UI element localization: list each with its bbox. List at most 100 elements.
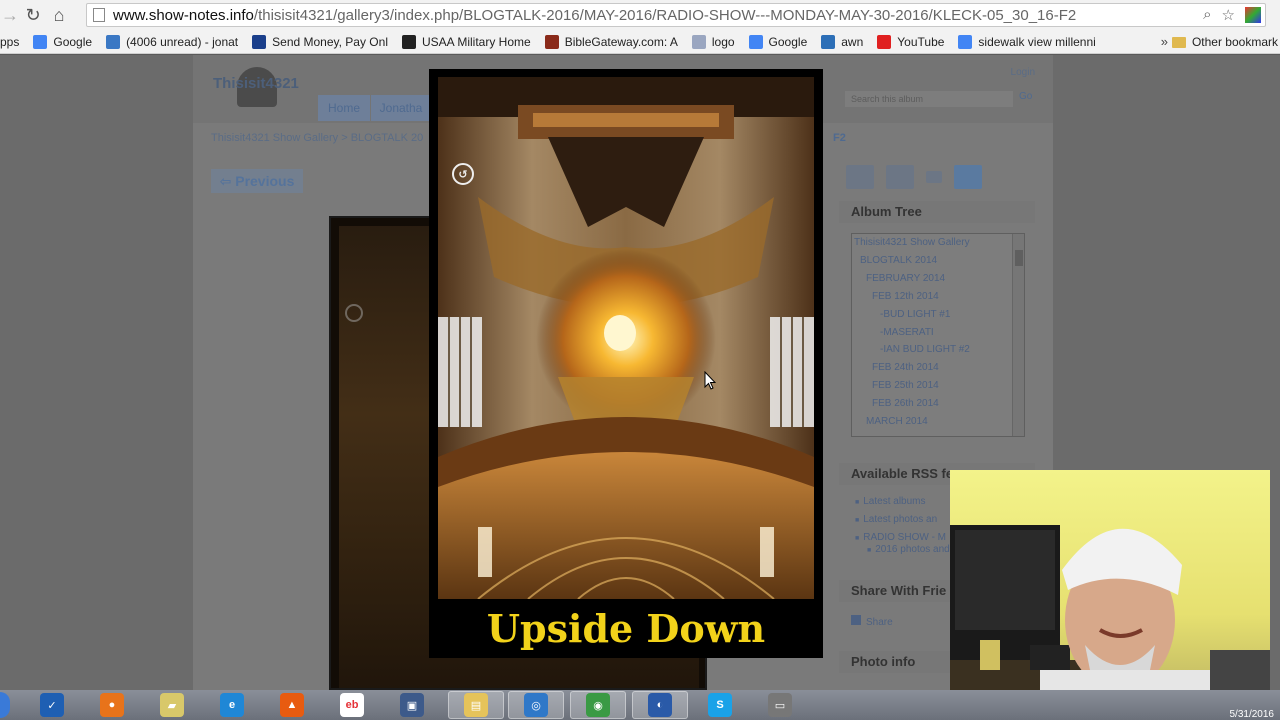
webcam-person-image [950,525,1270,710]
album-tree-item[interactable]: -IAN BUD LIGHT #2 [880,344,970,355]
album-tree-item[interactable]: MARCH 2014 [866,416,928,427]
address-bar[interactable]: www.show-notes.info/thisisit4321/gallery… [86,3,1266,27]
task-manager-icon: ✓ [40,693,64,717]
album-tree-item[interactable]: FEBRUARY 2014 [866,273,945,284]
album-tree-item[interactable]: Thisisit4321 Show Gallery [854,237,970,248]
taskbar-app[interactable]: ◐ [632,691,688,719]
taskbar-app[interactable]: ◉ [570,691,626,719]
album-tree: Thisisit4321 Show Gallery BLOGTALK 2014 FE… [851,233,1025,437]
social-icon[interactable] [954,165,982,189]
mail-icon [106,34,121,49]
bookmark-star-icon[interactable]: ☆ [1222,6,1235,24]
zoom-search-icon[interactable]: ⌕ [1203,6,1211,24]
clock-date[interactable]: 5/31/2016 [1230,709,1275,720]
album-tree-item[interactable]: BLOGTALK 2014 [860,255,937,266]
taskbar-app[interactable]: ▲ [264,691,320,719]
bookmark-item[interactable]: Google [748,34,808,49]
mouse-cursor-icon [704,371,716,390]
extension-icon[interactable] [1245,7,1261,23]
taskbar-app[interactable]: ● [84,691,140,719]
taskbar-app[interactable]: ▭ [752,691,808,719]
album-search-input[interactable]: Search this album [845,91,1013,107]
edit-icon[interactable] [846,165,874,189]
bookmark-label: logo [711,34,735,49]
album-tree-item[interactable]: FEB 25th 2014 [872,380,939,391]
fire-app-icon: ▲ [280,693,304,717]
paypal-icon [252,34,267,49]
bookmark-item[interactable]: sidewalk view millenni [958,34,1096,49]
rss-item[interactable]: Latest albums [855,496,925,507]
bookmark-item[interactable]: USAA Military Home [401,34,531,49]
rss-item[interactable]: RADIO SHOW - M [855,532,946,543]
bookmark-label: BibleGateway.com: A [564,34,678,49]
taskbar-app[interactable]: S [692,691,748,719]
browser-app-icon: ◎ [524,693,548,717]
bookmarks-overflow-button[interactable]: » [1161,34,1168,49]
url-host: www.show-notes.info [113,6,254,24]
share-link[interactable]: Share [851,615,893,628]
bookmark-item[interactable]: BibleGateway.com: A [544,34,678,49]
usaa-icon [401,34,416,49]
tree-scrollbar[interactable] [1012,234,1024,436]
album-tree-title: Album Tree [839,201,1035,223]
bookmark-item[interactable]: Google [33,34,93,49]
forward-icon[interactable]: → [0,2,20,28]
bookmark-item[interactable]: pps [0,35,19,49]
rss-item[interactable]: Latest photos an [855,514,937,525]
photo-caption: Upside Down [486,606,766,651]
ebay-icon: eb [340,693,364,717]
login-link[interactable]: Login [1011,67,1035,78]
lightbox-photo[interactable]: ↺ [438,77,814,599]
taskbar-app[interactable]: ▰ [144,691,200,719]
slideshow-icon[interactable] [886,165,914,189]
skype-icon: S [708,693,732,717]
search-go-button[interactable]: Go [1019,91,1032,102]
album-tree-item[interactable]: FEB 24th 2014 [872,362,939,373]
files-icon: ▤ [464,693,488,717]
firefox-icon: ● [100,693,124,717]
taskbar-app[interactable]: ◎ [508,691,564,719]
email-icon[interactable] [926,171,942,183]
basilica-ceiling-image [438,77,814,599]
bookmark-label: USAA Military Home [421,34,531,49]
breadcrumb-current: F2 [833,132,846,144]
taskbar-app[interactable]: ✓ [24,691,80,719]
album-tree-item[interactable]: FEB 26th 2014 [872,398,939,409]
previous-button[interactable]: ⇦ Previous [211,169,303,193]
breadcrumb[interactable]: Thisisit4321 Show Gallery > BLOGTALK 20 [211,132,423,144]
bible-icon [544,34,559,49]
home-icon[interactable]: ⌂ [46,2,72,28]
other-bookmarks[interactable]: Other bookmark [1171,35,1278,49]
bookmark-label: pps [0,34,20,49]
album-tree-item[interactable]: FEB 12th 2014 [872,291,939,302]
bookmark-label: Google [53,34,93,49]
bookmark-item[interactable]: YouTube [877,34,944,49]
globe-app-icon: ◐ [648,693,672,717]
google-icon [958,34,973,49]
bookmark-item[interactable]: Send Money, Pay Onl [252,34,388,49]
chrome-icon: ◉ [586,693,610,717]
folder-icon: ▰ [160,693,184,717]
bookmark-item[interactable]: awn [821,34,863,49]
taskbar-app[interactable]: ▣ [384,691,440,719]
album-tree-item[interactable]: -BUD LIGHT #1 [880,309,950,320]
taskbar-app[interactable]: e [204,691,260,719]
browser-toolbar: → ↻ ⌂ www.show-notes.info/thisisit4321/g… [0,0,1280,30]
start-button[interactable] [0,692,10,718]
album-tree-item[interactable]: -MASERATI [880,327,934,338]
tab-home[interactable]: Home [318,95,370,121]
google-icon [748,34,763,49]
facebook-icon [851,615,861,625]
site-logo[interactable]: Thisisit4321 [213,75,299,92]
tab-user[interactable]: Jonatha [371,95,431,121]
bookmark-label: Send Money, Pay Onl [272,34,388,49]
rss-item[interactable]: 2016 photos and [867,544,950,555]
rotate-icon[interactable]: ↺ [452,163,474,185]
bookmark-label: Google [768,34,808,49]
taskbar-app[interactable]: eb [324,691,380,719]
taskbar-app[interactable]: ▤ [448,691,504,719]
reload-icon[interactable]: ↻ [20,2,46,28]
bookmark-item[interactable]: logo [691,34,735,49]
bookmark-item[interactable]: (4006 unread) - jonat [106,34,238,49]
snipping-icon: ▭ [768,693,792,717]
